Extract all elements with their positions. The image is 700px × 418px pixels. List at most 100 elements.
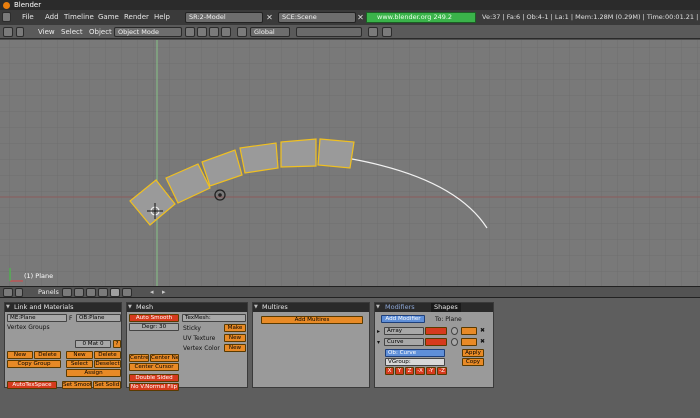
double-sided-toggle[interactable]: Double Sided xyxy=(129,374,179,382)
material-delete-button[interactable]: Delete xyxy=(94,351,121,359)
manipulator-icon[interactable] xyxy=(209,27,219,37)
auto-smooth-toggle[interactable]: Auto Smooth xyxy=(129,314,179,322)
modifier-copy-button[interactable]: Copy xyxy=(462,358,484,366)
editor-type-icon[interactable] xyxy=(2,12,11,22)
material-deselect-button[interactable]: Deselect xyxy=(94,360,121,368)
scene-selector[interactable]: SCE:Scene xyxy=(278,12,356,23)
menu-select[interactable]: Select xyxy=(61,25,83,39)
vertex-groups-label: Vertex Groups xyxy=(7,324,50,331)
screen-close-icon[interactable]: ✕ xyxy=(265,12,274,23)
add-modifier-button[interactable]: Add Modifier xyxy=(381,315,425,323)
vertex-color-new-button[interactable]: New xyxy=(224,344,246,352)
no-vnormal-flip-toggle[interactable]: No V.Normal Flip xyxy=(129,383,179,391)
layer-buttons[interactable] xyxy=(296,27,362,37)
set-solid-button[interactable]: Set Solid xyxy=(93,381,121,389)
translate-icon[interactable] xyxy=(221,27,231,37)
lock-layers-icon[interactable] xyxy=(368,27,378,37)
active-object-label: (1) Plane xyxy=(24,272,54,280)
arrow-left-icon[interactable]: ◂ xyxy=(150,287,154,298)
tab-shapes[interactable]: Shapes xyxy=(431,303,461,312)
render-preview-icon[interactable] xyxy=(382,27,392,37)
uv-texture-new-button[interactable]: New xyxy=(224,334,246,342)
context-logic-icon[interactable] xyxy=(62,288,72,297)
sticky-make-button[interactable]: Make xyxy=(224,324,246,332)
context-scene-icon[interactable] xyxy=(122,288,132,297)
menu-object[interactable]: Object xyxy=(89,25,112,39)
centre-button[interactable]: Centre xyxy=(129,354,149,362)
material-new-button[interactable]: New xyxy=(66,351,93,359)
mesh-datablock-field[interactable]: ME:Plane xyxy=(7,314,67,322)
add-multires-button[interactable]: Add Multires xyxy=(261,316,363,324)
array-cage-icon[interactable] xyxy=(451,327,458,335)
axis-neg-z-button[interactable]: -Z xyxy=(437,367,447,375)
mode-selector[interactable]: Object Mode xyxy=(114,27,182,37)
fake-user-label[interactable]: F xyxy=(69,315,72,322)
curve-cage-icon[interactable] xyxy=(451,338,458,346)
info-header: File Add Timeline Game Render Help SR:2-… xyxy=(0,10,700,25)
material-index-field[interactable]: 0 Mat 0 xyxy=(75,340,111,348)
copy-group-button[interactable]: Copy Group xyxy=(7,360,61,368)
axis-y-button[interactable]: Y xyxy=(395,367,404,375)
viewport-canvas[interactable] xyxy=(0,40,700,286)
material-help-button[interactable]: ? xyxy=(113,340,121,348)
curve-object-field[interactable]: Ob: Curve xyxy=(385,349,445,357)
menu-timeline[interactable]: Timeline xyxy=(64,10,94,25)
menu-game[interactable]: Game xyxy=(98,10,119,25)
material-select-button[interactable]: Select xyxy=(66,360,93,368)
texmesh-field[interactable]: TexMesh: xyxy=(182,314,246,322)
axis-z-button[interactable]: Z xyxy=(405,367,414,375)
context-shading-icon[interactable] xyxy=(86,288,96,297)
curve-delete-icon[interactable]: ✖ xyxy=(480,338,485,345)
set-smooth-button[interactable]: Set Smooth xyxy=(62,381,92,389)
panel-title[interactable]: Multires xyxy=(253,303,369,312)
array-delete-icon[interactable]: ✖ xyxy=(480,327,485,334)
curve-visibility-buttons[interactable] xyxy=(425,338,447,346)
curve-move-icons[interactable] xyxy=(461,338,477,346)
arrow-right-icon[interactable]: ▸ xyxy=(162,287,166,298)
array-visibility-buttons[interactable] xyxy=(425,327,447,335)
center-cursor-button[interactable]: Center Cursor xyxy=(129,363,179,371)
material-assign-button[interactable]: Assign xyxy=(66,369,121,377)
vgroup-delete-button[interactable]: Delete xyxy=(34,351,61,359)
vgroup-new-button[interactable]: New xyxy=(7,351,33,359)
scene-close-icon[interactable]: ✕ xyxy=(356,12,365,23)
axis-neg-y-button[interactable]: -Y xyxy=(426,367,436,375)
menu-file[interactable]: File xyxy=(22,10,34,25)
modifier-apply-button[interactable]: Apply xyxy=(462,349,484,357)
view3d-editor-icon[interactable] xyxy=(3,27,13,37)
curve-expand-icon[interactable]: ▾ xyxy=(377,339,380,346)
object-datablock-field[interactable]: OB:Plane xyxy=(76,314,121,322)
context-editing-icon[interactable] xyxy=(110,288,120,297)
center-new-button[interactable]: Center New xyxy=(150,354,179,362)
tab-modifiers[interactable]: Modifiers xyxy=(385,303,415,312)
autotexspace-toggle[interactable]: AutoTexSpace xyxy=(7,381,57,389)
blender-url-badge[interactable]: www.blender.org 249.2 xyxy=(366,12,476,23)
axis-x-button[interactable]: X xyxy=(385,367,394,375)
vgroup-field[interactable]: VGroup: xyxy=(385,358,445,366)
context-object-icon[interactable] xyxy=(98,288,108,297)
menu-render[interactable]: Render xyxy=(124,10,149,25)
orientation-selector[interactable]: Global xyxy=(250,27,290,37)
array-modifier-name[interactable]: Array xyxy=(384,327,424,335)
collapse-menu-icon[interactable] xyxy=(16,27,24,37)
array-move-icons[interactable] xyxy=(461,327,477,335)
axis-neg-x-button[interactable]: -X xyxy=(415,367,425,375)
panels-label[interactable]: Panels xyxy=(38,287,59,298)
panels-collapse-icon[interactable] xyxy=(15,288,23,297)
curve-modifier-name[interactable]: Curve xyxy=(384,338,424,346)
buttons-header: Panels ◂ ▸ xyxy=(0,286,700,298)
menu-add[interactable]: Add xyxy=(45,10,59,25)
panel-title[interactable]: Link and Materials xyxy=(5,303,121,312)
view3d-viewport[interactable]: (1) Plane xyxy=(0,40,700,286)
pivot-icon[interactable] xyxy=(197,27,207,37)
screen-selector[interactable]: SR:2-Model xyxy=(185,12,263,23)
hand-icon[interactable] xyxy=(237,27,247,37)
buttons-editor-icon[interactable] xyxy=(3,288,13,297)
menu-view[interactable]: View xyxy=(38,25,55,39)
panel-title[interactable]: Mesh xyxy=(127,303,247,312)
draw-type-icon[interactable] xyxy=(185,27,195,37)
degr-slider[interactable]: Degr: 30 xyxy=(129,323,179,331)
menu-help[interactable]: Help xyxy=(154,10,170,25)
array-expand-icon[interactable]: ▸ xyxy=(377,328,380,335)
context-script-icon[interactable] xyxy=(74,288,84,297)
